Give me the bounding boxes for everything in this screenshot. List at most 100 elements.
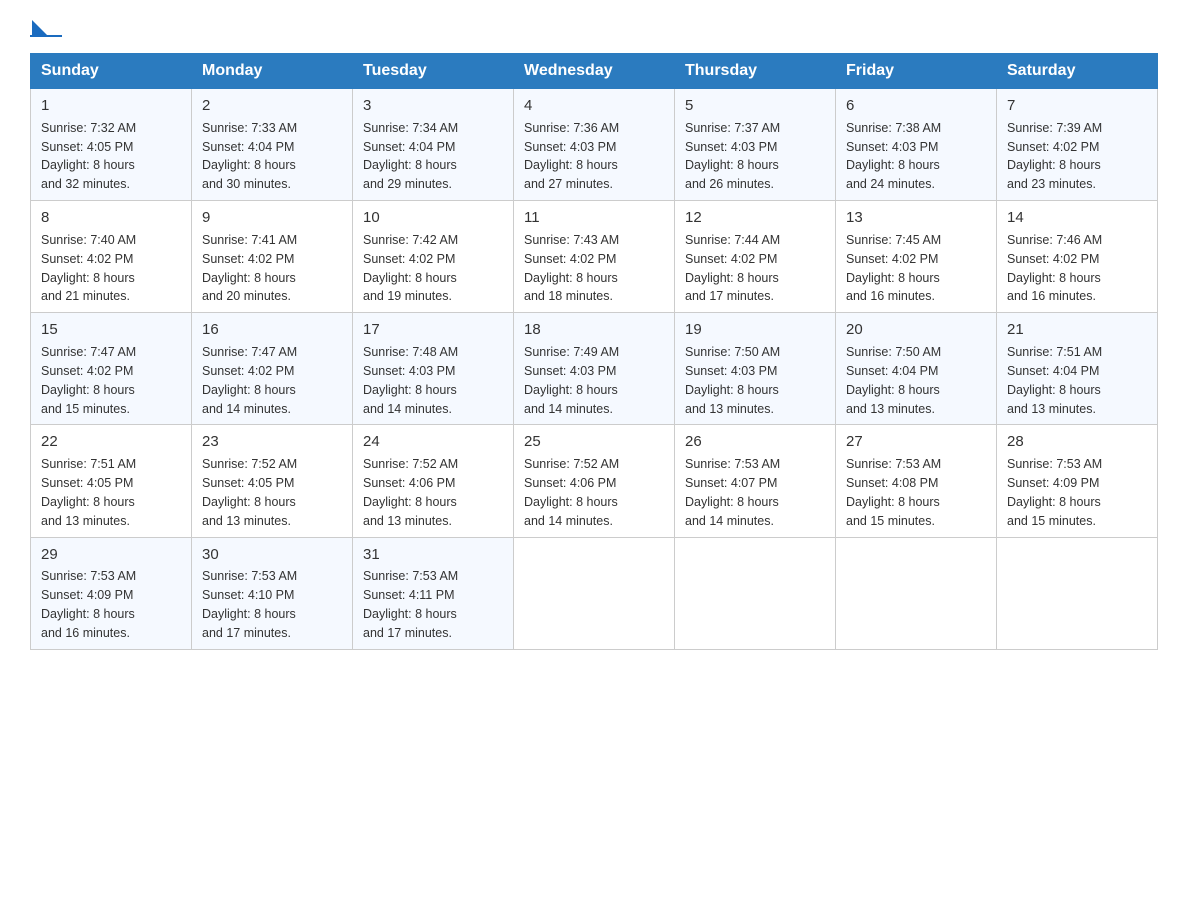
day-info: Sunrise: 7:50 AMSunset: 4:04 PMDaylight:… bbox=[846, 345, 941, 416]
logo-arrow-icon bbox=[32, 20, 48, 36]
day-cell: 12 Sunrise: 7:44 AMSunset: 4:02 PMDaylig… bbox=[675, 201, 836, 313]
day-info: Sunrise: 7:32 AMSunset: 4:05 PMDaylight:… bbox=[41, 121, 136, 192]
day-number: 23 bbox=[202, 431, 342, 453]
day-number: 20 bbox=[846, 319, 986, 341]
day-number: 25 bbox=[524, 431, 664, 453]
day-number: 12 bbox=[685, 207, 825, 229]
day-cell: 21 Sunrise: 7:51 AMSunset: 4:04 PMDaylig… bbox=[997, 313, 1158, 425]
day-info: Sunrise: 7:53 AMSunset: 4:11 PMDaylight:… bbox=[363, 569, 458, 640]
day-info: Sunrise: 7:49 AMSunset: 4:03 PMDaylight:… bbox=[524, 345, 619, 416]
calendar-table: SundayMondayTuesdayWednesdayThursdayFrid… bbox=[30, 53, 1158, 650]
day-cell: 11 Sunrise: 7:43 AMSunset: 4:02 PMDaylig… bbox=[514, 201, 675, 313]
logo bbox=[30, 20, 62, 37]
logo-underline bbox=[30, 35, 62, 37]
day-number: 1 bbox=[41, 95, 181, 117]
day-info: Sunrise: 7:40 AMSunset: 4:02 PMDaylight:… bbox=[41, 233, 136, 304]
day-cell bbox=[675, 537, 836, 649]
day-number: 5 bbox=[685, 95, 825, 117]
day-cell: 16 Sunrise: 7:47 AMSunset: 4:02 PMDaylig… bbox=[192, 313, 353, 425]
day-cell bbox=[514, 537, 675, 649]
week-row-3: 15 Sunrise: 7:47 AMSunset: 4:02 PMDaylig… bbox=[31, 313, 1158, 425]
day-cell: 5 Sunrise: 7:37 AMSunset: 4:03 PMDayligh… bbox=[675, 89, 836, 201]
header bbox=[30, 20, 1158, 37]
day-cell: 18 Sunrise: 7:49 AMSunset: 4:03 PMDaylig… bbox=[514, 313, 675, 425]
day-info: Sunrise: 7:53 AMSunset: 4:09 PMDaylight:… bbox=[1007, 457, 1102, 528]
weekday-header-friday: Friday bbox=[836, 54, 997, 89]
day-number: 28 bbox=[1007, 431, 1147, 453]
day-cell: 23 Sunrise: 7:52 AMSunset: 4:05 PMDaylig… bbox=[192, 425, 353, 537]
weekday-header-row: SundayMondayTuesdayWednesdayThursdayFrid… bbox=[31, 54, 1158, 89]
day-info: Sunrise: 7:42 AMSunset: 4:02 PMDaylight:… bbox=[363, 233, 458, 304]
day-info: Sunrise: 7:53 AMSunset: 4:10 PMDaylight:… bbox=[202, 569, 297, 640]
day-cell: 22 Sunrise: 7:51 AMSunset: 4:05 PMDaylig… bbox=[31, 425, 192, 537]
weekday-header-saturday: Saturday bbox=[997, 54, 1158, 89]
day-info: Sunrise: 7:47 AMSunset: 4:02 PMDaylight:… bbox=[41, 345, 136, 416]
day-number: 3 bbox=[363, 95, 503, 117]
week-row-2: 8 Sunrise: 7:40 AMSunset: 4:02 PMDayligh… bbox=[31, 201, 1158, 313]
day-info: Sunrise: 7:37 AMSunset: 4:03 PMDaylight:… bbox=[685, 121, 780, 192]
day-info: Sunrise: 7:36 AMSunset: 4:03 PMDaylight:… bbox=[524, 121, 619, 192]
day-number: 6 bbox=[846, 95, 986, 117]
day-info: Sunrise: 7:51 AMSunset: 4:04 PMDaylight:… bbox=[1007, 345, 1102, 416]
day-number: 14 bbox=[1007, 207, 1147, 229]
day-cell: 6 Sunrise: 7:38 AMSunset: 4:03 PMDayligh… bbox=[836, 89, 997, 201]
day-cell: 27 Sunrise: 7:53 AMSunset: 4:08 PMDaylig… bbox=[836, 425, 997, 537]
day-number: 19 bbox=[685, 319, 825, 341]
day-number: 18 bbox=[524, 319, 664, 341]
day-number: 8 bbox=[41, 207, 181, 229]
day-cell: 19 Sunrise: 7:50 AMSunset: 4:03 PMDaylig… bbox=[675, 313, 836, 425]
day-info: Sunrise: 7:52 AMSunset: 4:06 PMDaylight:… bbox=[524, 457, 619, 528]
day-cell: 31 Sunrise: 7:53 AMSunset: 4:11 PMDaylig… bbox=[353, 537, 514, 649]
day-number: 13 bbox=[846, 207, 986, 229]
day-number: 11 bbox=[524, 207, 664, 229]
day-cell: 24 Sunrise: 7:52 AMSunset: 4:06 PMDaylig… bbox=[353, 425, 514, 537]
day-cell: 25 Sunrise: 7:52 AMSunset: 4:06 PMDaylig… bbox=[514, 425, 675, 537]
day-number: 29 bbox=[41, 544, 181, 566]
day-number: 9 bbox=[202, 207, 342, 229]
day-cell: 15 Sunrise: 7:47 AMSunset: 4:02 PMDaylig… bbox=[31, 313, 192, 425]
day-number: 22 bbox=[41, 431, 181, 453]
day-info: Sunrise: 7:41 AMSunset: 4:02 PMDaylight:… bbox=[202, 233, 297, 304]
day-info: Sunrise: 7:52 AMSunset: 4:06 PMDaylight:… bbox=[363, 457, 458, 528]
day-info: Sunrise: 7:33 AMSunset: 4:04 PMDaylight:… bbox=[202, 121, 297, 192]
day-info: Sunrise: 7:43 AMSunset: 4:02 PMDaylight:… bbox=[524, 233, 619, 304]
day-cell: 1 Sunrise: 7:32 AMSunset: 4:05 PMDayligh… bbox=[31, 89, 192, 201]
day-number: 17 bbox=[363, 319, 503, 341]
day-info: Sunrise: 7:53 AMSunset: 4:07 PMDaylight:… bbox=[685, 457, 780, 528]
day-info: Sunrise: 7:39 AMSunset: 4:02 PMDaylight:… bbox=[1007, 121, 1102, 192]
day-number: 31 bbox=[363, 544, 503, 566]
day-info: Sunrise: 7:48 AMSunset: 4:03 PMDaylight:… bbox=[363, 345, 458, 416]
day-cell: 28 Sunrise: 7:53 AMSunset: 4:09 PMDaylig… bbox=[997, 425, 1158, 537]
day-number: 7 bbox=[1007, 95, 1147, 117]
day-number: 16 bbox=[202, 319, 342, 341]
day-info: Sunrise: 7:52 AMSunset: 4:05 PMDaylight:… bbox=[202, 457, 297, 528]
day-cell: 3 Sunrise: 7:34 AMSunset: 4:04 PMDayligh… bbox=[353, 89, 514, 201]
week-row-1: 1 Sunrise: 7:32 AMSunset: 4:05 PMDayligh… bbox=[31, 89, 1158, 201]
day-info: Sunrise: 7:47 AMSunset: 4:02 PMDaylight:… bbox=[202, 345, 297, 416]
weekday-header-thursday: Thursday bbox=[675, 54, 836, 89]
day-number: 10 bbox=[363, 207, 503, 229]
weekday-header-monday: Monday bbox=[192, 54, 353, 89]
day-info: Sunrise: 7:34 AMSunset: 4:04 PMDaylight:… bbox=[363, 121, 458, 192]
day-info: Sunrise: 7:46 AMSunset: 4:02 PMDaylight:… bbox=[1007, 233, 1102, 304]
day-info: Sunrise: 7:45 AMSunset: 4:02 PMDaylight:… bbox=[846, 233, 941, 304]
day-info: Sunrise: 7:44 AMSunset: 4:02 PMDaylight:… bbox=[685, 233, 780, 304]
day-cell: 9 Sunrise: 7:41 AMSunset: 4:02 PMDayligh… bbox=[192, 201, 353, 313]
day-info: Sunrise: 7:53 AMSunset: 4:09 PMDaylight:… bbox=[41, 569, 136, 640]
day-number: 21 bbox=[1007, 319, 1147, 341]
day-number: 30 bbox=[202, 544, 342, 566]
day-cell: 29 Sunrise: 7:53 AMSunset: 4:09 PMDaylig… bbox=[31, 537, 192, 649]
day-cell: 7 Sunrise: 7:39 AMSunset: 4:02 PMDayligh… bbox=[997, 89, 1158, 201]
day-number: 2 bbox=[202, 95, 342, 117]
day-number: 15 bbox=[41, 319, 181, 341]
day-cell bbox=[997, 537, 1158, 649]
day-info: Sunrise: 7:38 AMSunset: 4:03 PMDaylight:… bbox=[846, 121, 941, 192]
day-cell: 17 Sunrise: 7:48 AMSunset: 4:03 PMDaylig… bbox=[353, 313, 514, 425]
week-row-4: 22 Sunrise: 7:51 AMSunset: 4:05 PMDaylig… bbox=[31, 425, 1158, 537]
weekday-header-tuesday: Tuesday bbox=[353, 54, 514, 89]
day-cell: 14 Sunrise: 7:46 AMSunset: 4:02 PMDaylig… bbox=[997, 201, 1158, 313]
day-cell: 30 Sunrise: 7:53 AMSunset: 4:10 PMDaylig… bbox=[192, 537, 353, 649]
day-cell: 4 Sunrise: 7:36 AMSunset: 4:03 PMDayligh… bbox=[514, 89, 675, 201]
day-number: 27 bbox=[846, 431, 986, 453]
day-cell: 2 Sunrise: 7:33 AMSunset: 4:04 PMDayligh… bbox=[192, 89, 353, 201]
